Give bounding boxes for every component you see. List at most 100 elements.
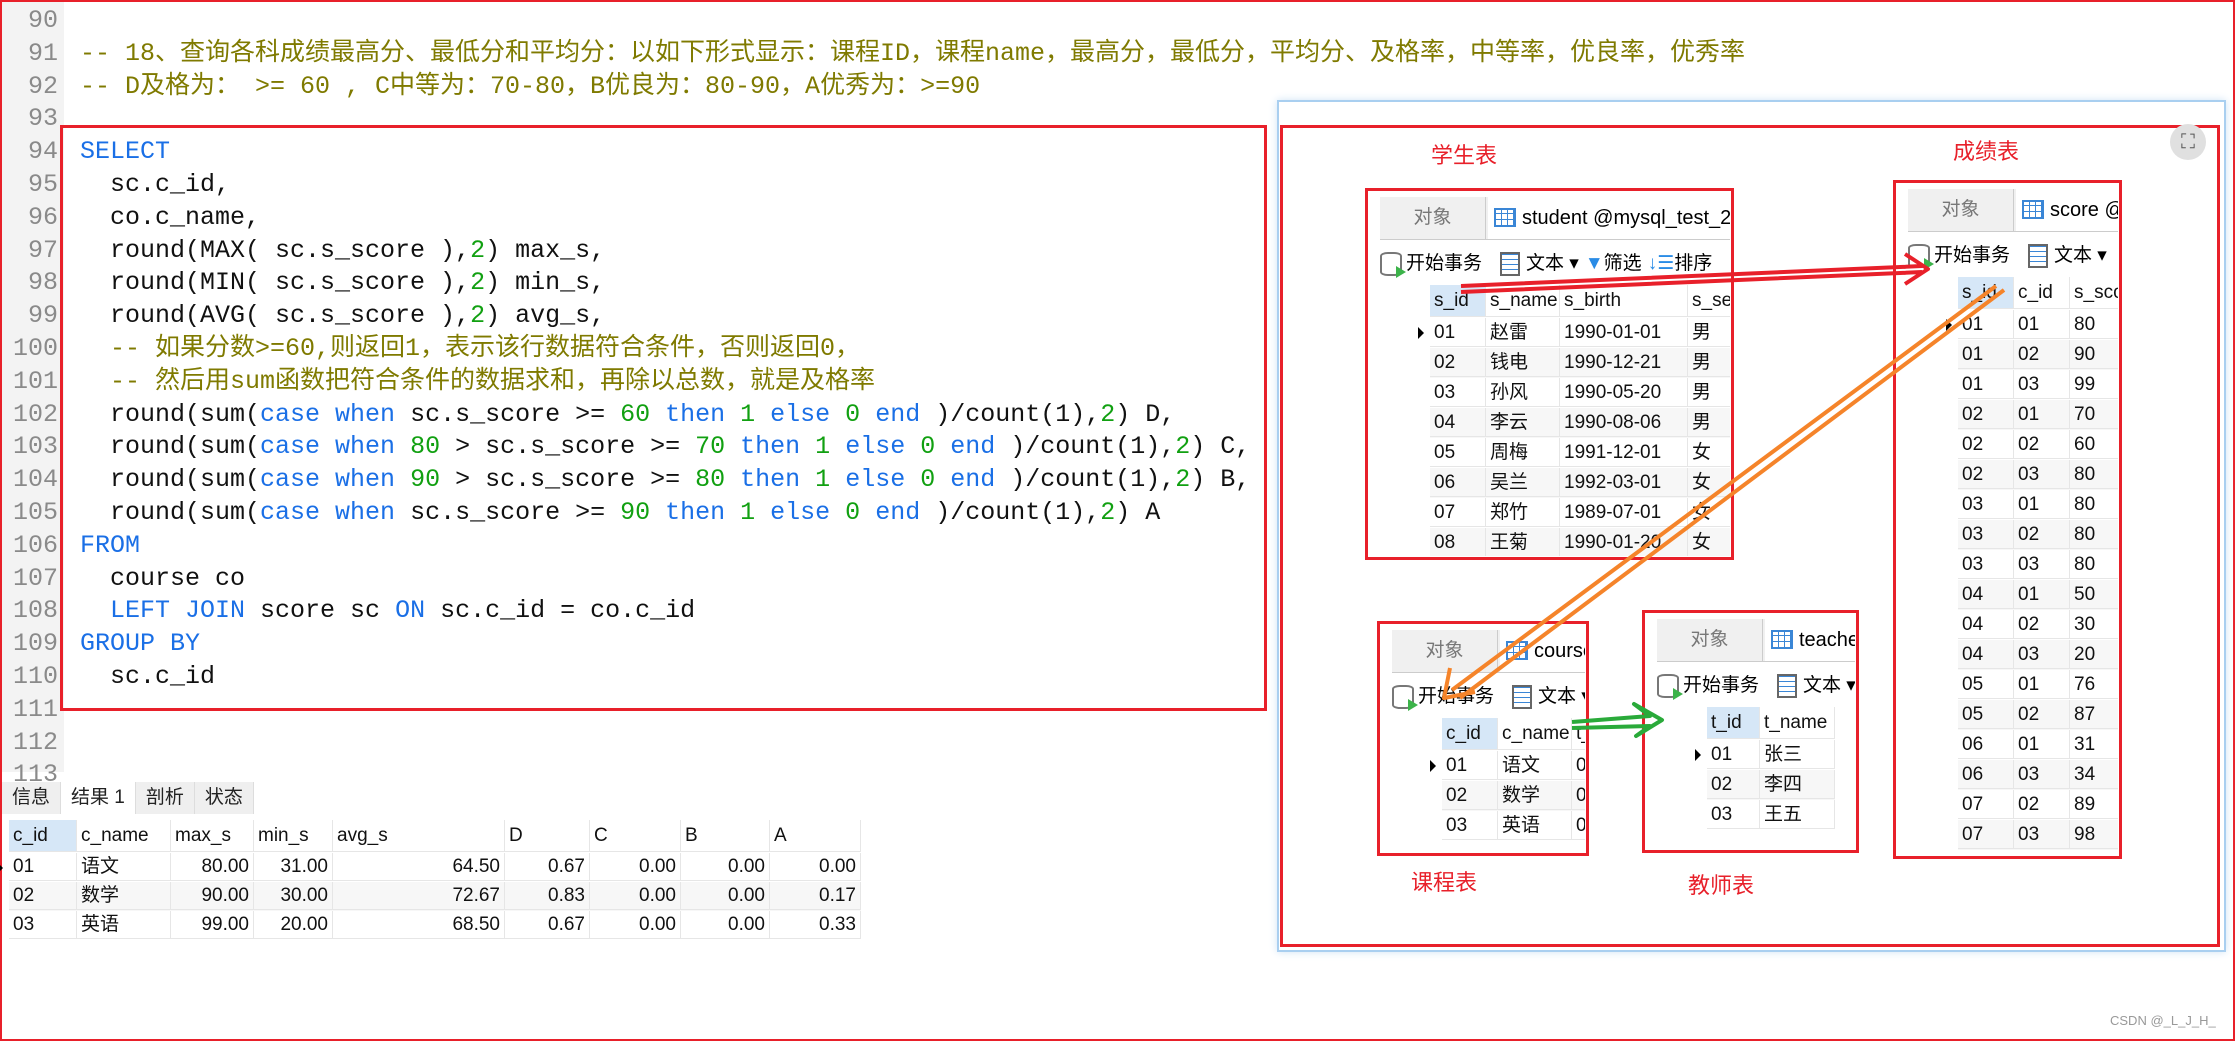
table-cell[interactable]: 87 [2070, 700, 2118, 729]
table-cell[interactable]: 女 [1688, 438, 1730, 467]
table-cell[interactable]: 02 [9, 882, 77, 910]
text-button[interactable]: 文本 ▾ [2010, 243, 2107, 268]
table-tab[interactable]: score @ [2016, 189, 2118, 231]
table-cell[interactable]: 01 [1707, 740, 1760, 769]
table-cell[interactable]: 0.33 [770, 911, 861, 939]
table-row[interactable]: 03 01 80 [1958, 490, 2118, 520]
table-cell[interactable]: 吴兰 [1486, 468, 1560, 497]
table-cell[interactable]: 60 [2070, 430, 2118, 459]
table-cell[interactable]: 1990-01-20 [1560, 528, 1688, 556]
table-row[interactable]: 04 李云 1990-08-06 男 [1430, 408, 1730, 438]
table-cell[interactable]: 80.00 [171, 853, 254, 881]
result-tab[interactable]: 结果 1 [61, 782, 136, 814]
text-button[interactable]: 文本 ▾ [1482, 251, 1579, 276]
table-row[interactable]: 07 郑竹 1989-07-01 女 [1430, 498, 1730, 528]
table-row[interactable]: 05 01 76 [1958, 670, 2118, 700]
table-cell[interactable]: 02 [2014, 700, 2070, 729]
table-cell[interactable]: 1989-07-01 [1560, 498, 1688, 527]
table-cell[interactable]: 80 [2070, 460, 2118, 489]
table-cell[interactable]: 02 [2014, 790, 2070, 819]
table-row[interactable]: 04 02 30 [1958, 610, 2118, 640]
result-tab[interactable]: 信息 [2, 782, 62, 814]
table-cell[interactable]: 03 [1442, 811, 1498, 840]
table-cell[interactable]: 02 [2014, 340, 2070, 369]
table-row[interactable]: 01 张三 [1695, 740, 1835, 770]
table-cell[interactable]: 0.67 [505, 911, 590, 939]
table-row[interactable]: 07 03 98 [1958, 820, 2118, 850]
table-row[interactable]: 03 02 80 [1958, 520, 2118, 550]
table-row[interactable]: 06 03 34 [1958, 760, 2118, 790]
table-cell[interactable]: 90 [2070, 340, 2118, 369]
table-cell[interactable]: 郑竹 [1486, 498, 1560, 527]
text-button[interactable]: 文本 ▾ [1494, 684, 1585, 709]
table-row[interactable]: 02 03 80 [1958, 460, 2118, 490]
table-cell[interactable]: 李云 [1486, 408, 1560, 437]
table-cell[interactable]: 赵雷 [1486, 318, 1560, 347]
table-cell[interactable]: 王菊 [1486, 528, 1560, 556]
table-row[interactable]: 03 孙风 1990-05-20 男 [1430, 378, 1730, 408]
table-row[interactable]: 02 02 60 [1958, 430, 2118, 460]
table-cell[interactable]: 05 [1958, 700, 2014, 729]
begin-transaction-button[interactable]: 开始事务 [1908, 243, 2010, 270]
table-row[interactable]: 03英语03 [1442, 811, 1585, 841]
table-cell[interactable]: 99 [2070, 370, 2118, 399]
table-cell[interactable]: 02 [1958, 430, 2014, 459]
table-row[interactable]: 02 钱电 1990-12-21 男 [1430, 348, 1730, 378]
table-cell[interactable]: 01 [2014, 310, 2070, 339]
begin-transaction-button[interactable]: 开始事务 [1392, 684, 1494, 711]
table-cell[interactable]: 01 [2014, 580, 2070, 609]
column-header[interactable]: A [770, 820, 861, 852]
table-cell[interactable]: 06 [1430, 468, 1486, 497]
table-cell[interactable]: 02 [2014, 610, 2070, 639]
table-cell[interactable]: 80 [2070, 310, 2118, 339]
table-cell[interactable]: 1990-05-20 [1560, 378, 1688, 407]
table-cell[interactable]: 20 [2070, 640, 2118, 669]
table-cell[interactable]: 01 [1958, 370, 2014, 399]
table-cell[interactable]: 07 [1958, 790, 2014, 819]
table-cell[interactable]: 女 [1688, 528, 1730, 556]
column-header[interactable]: t_id [1572, 718, 1585, 750]
begin-transaction-button[interactable]: 开始事务 [1380, 251, 1482, 278]
table-row[interactable]: 02 数学 90.00 30.00 72.67 0.83 0.00 0.00 0.17 [9, 882, 861, 911]
table-cell[interactable]: 钱电 [1486, 348, 1560, 377]
result-tab[interactable]: 状态 [195, 782, 254, 814]
table-row[interactable]: 02 李四 [1707, 770, 1835, 800]
column-header[interactable]: max_s [171, 820, 254, 852]
table-cell[interactable]: 02 [1430, 348, 1486, 377]
table-cell[interactable]: 06 [1958, 760, 2014, 789]
image-scan-icon[interactable]: ⛶ [2170, 124, 2206, 160]
table-row[interactable]: 02数学01 [1442, 781, 1585, 811]
column-header[interactable]: s_sex [1688, 285, 1730, 317]
table-cell[interactable]: 34 [2070, 760, 2118, 789]
table-cell[interactable]: 04 [1958, 640, 2014, 669]
table-cell[interactable]: 02 [2014, 520, 2070, 549]
table-cell[interactable]: 03 [9, 911, 77, 939]
table-cell[interactable]: 03 [1572, 811, 1585, 840]
table-row[interactable]: 07 02 89 [1958, 790, 2118, 820]
table-cell[interactable]: 03 [2014, 820, 2070, 849]
column-header[interactable]: s_name [1486, 285, 1560, 317]
table-cell[interactable]: 02 [1958, 460, 2014, 489]
table-cell[interactable]: 1992-03-01 [1560, 468, 1688, 497]
table-cell[interactable]: 0.00 [590, 853, 681, 881]
table-row[interactable]: 01 01 80 [1946, 310, 2118, 340]
table-cell[interactable]: 英语 [77, 911, 171, 939]
column-header[interactable]: t_id [1707, 707, 1760, 739]
table-cell[interactable]: 周梅 [1486, 438, 1560, 467]
table-cell[interactable]: 03 [1430, 378, 1486, 407]
table-cell[interactable]: 1990-08-06 [1560, 408, 1688, 437]
table-row[interactable]: 03 英语 99.00 20.00 68.50 0.67 0.00 0.00 0.33 [9, 911, 861, 940]
table-row[interactable]: 03 03 80 [1958, 550, 2118, 580]
table-cell[interactable]: 英语 [1498, 811, 1572, 840]
table-cell[interactable]: 03 [1707, 800, 1760, 829]
table-cell[interactable]: 07 [1430, 498, 1486, 527]
table-cell[interactable]: 04 [1430, 408, 1486, 437]
table-cell[interactable]: 1991-12-01 [1560, 438, 1688, 467]
table-cell[interactable]: 0.17 [770, 882, 861, 910]
table-cell[interactable]: 01 [1572, 781, 1585, 810]
table-row[interactable]: 03 王五 [1707, 800, 1835, 830]
table-cell[interactable]: 03 [2014, 550, 2070, 579]
objects-tab[interactable]: 对象 [1380, 197, 1486, 239]
table-cell[interactable]: 30 [2070, 610, 2118, 639]
table-cell[interactable]: 01 [1442, 751, 1498, 780]
